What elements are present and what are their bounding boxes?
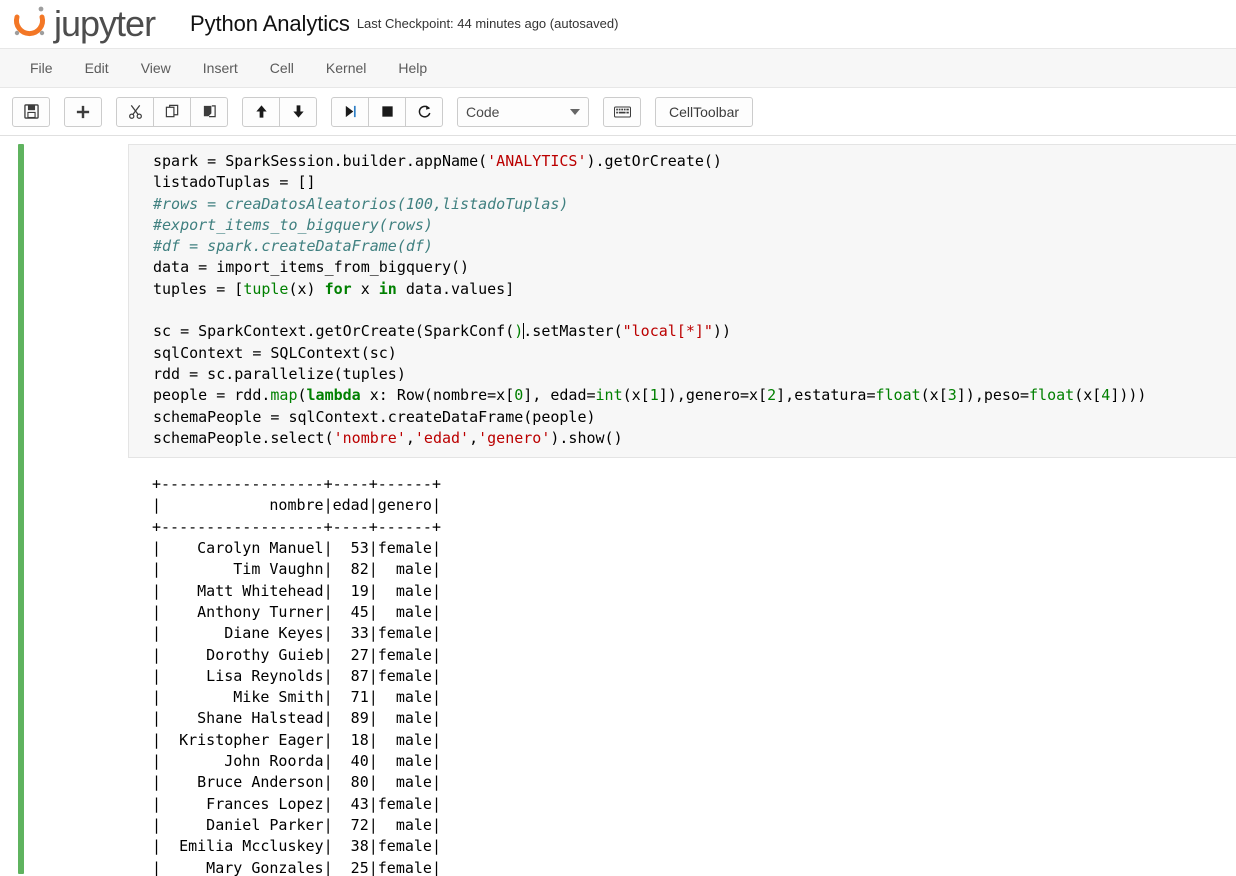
code-line: schemaPeople.select('nombre','edad','gen… (153, 428, 623, 447)
paste-icon (203, 105, 216, 118)
keyboard-icon (613, 105, 631, 118)
toolbar-group-run (331, 96, 443, 127)
spark-dataframe-output: +------------------+----+------+ | nombr… (152, 475, 441, 876)
command-palette-button[interactable] (603, 96, 641, 127)
code-line: sqlContext = SQLContext(sc) (153, 343, 397, 362)
code-line: #df = spark.createDataFrame(df) (153, 237, 433, 256)
chevron-down-icon (570, 108, 580, 115)
notebook-body: spark = SparkSession.builder.appName('AN… (0, 136, 1236, 876)
paste-button[interactable] (190, 96, 228, 127)
code-line: schemaPeople = sqlContext.createDataFram… (153, 407, 596, 426)
run-icon (345, 105, 356, 118)
toolbar-group-keyboard (603, 96, 641, 127)
restart-icon (418, 105, 430, 118)
scissors-icon (128, 105, 142, 119)
text-cursor (523, 323, 525, 340)
celltoolbar-button[interactable]: CellToolbar (655, 96, 754, 127)
plus-icon (76, 105, 90, 118)
code-line: spark = SparkSession.builder.appName('AN… (153, 152, 722, 170)
toolbar-group-save (12, 96, 50, 127)
menu-item-edit[interactable]: Edit (69, 54, 125, 82)
code-line: data = import_items_from_bigquery() (153, 258, 470, 277)
menu-item-insert[interactable]: Insert (187, 54, 254, 82)
code-line: people = rdd.map(lambda x: Row(nombre=x[… (153, 386, 1147, 405)
move-cell-down-button[interactable] (279, 96, 317, 127)
checkpoint-status: Last Checkpoint: 44 minutes ago (autosav… (356, 16, 619, 31)
code-line: sc = SparkContext.getOrCreate(SparkConf(… (153, 322, 731, 341)
code-line: #rows = creaDatosAleatorios(100,listadoT… (153, 194, 569, 213)
cell-type-select[interactable]: Code (457, 96, 589, 127)
menu-bar: File Edit View Insert Cell Kernel Help (0, 48, 1236, 88)
cell-selection-indicator (18, 144, 24, 874)
menu-item-kernel[interactable]: Kernel (310, 54, 382, 82)
menu-item-cell[interactable]: Cell (254, 54, 310, 82)
insert-cell-below-button[interactable] (64, 96, 102, 127)
restart-kernel-button[interactable] (405, 96, 443, 127)
code-cell-input[interactable]: spark = SparkSession.builder.appName('AN… (128, 144, 1236, 459)
cut-button[interactable] (116, 96, 154, 127)
code-cell[interactable]: spark = SparkSession.builder.appName('AN… (0, 136, 1236, 876)
code-line: rdd = sc.parallelize(tuples) (153, 364, 406, 383)
code-editor[interactable]: spark = SparkSession.builder.appName('AN… (129, 151, 1236, 449)
notebook-title[interactable]: Python Analytics (190, 11, 350, 37)
code-line: #export_items_to_bigquery(rows) (153, 215, 433, 234)
run-cell-button[interactable] (331, 96, 369, 127)
cell-type-value: Code (466, 103, 500, 120)
stop-icon (381, 106, 393, 117)
code-cell-output: +------------------+----+------+ | nombr… (128, 458, 1236, 876)
copy-button[interactable] (153, 96, 191, 127)
jupyter-logo[interactable]: jupyter (8, 3, 178, 45)
toolbar-group-insert (64, 96, 102, 127)
move-cell-up-button[interactable] (242, 96, 280, 127)
arrow-up-icon (255, 105, 267, 118)
menu-item-file[interactable]: File (14, 54, 69, 82)
code-line: tuples = [tuple(x) for x in data.values] (153, 279, 515, 298)
celltoolbar-label: CellToolbar (669, 103, 740, 120)
toolbar-group-clipboard (116, 96, 228, 127)
interrupt-kernel-button[interactable] (368, 96, 406, 127)
code-line: listadoTuplas = [] (153, 173, 316, 192)
menu-item-view[interactable]: View (125, 54, 187, 82)
arrow-down-icon (292, 105, 304, 118)
save-button[interactable] (12, 96, 50, 127)
svg-text:jupyter: jupyter (53, 3, 156, 44)
save-icon (23, 104, 39, 119)
toolbar-group-move (242, 96, 317, 127)
notebook-header: jupyter Python Analytics Last Checkpoint… (0, 0, 1236, 48)
menu-item-help[interactable]: Help (382, 54, 443, 82)
toolbar: Code CellToolbar (0, 88, 1236, 136)
copy-icon (165, 104, 178, 118)
